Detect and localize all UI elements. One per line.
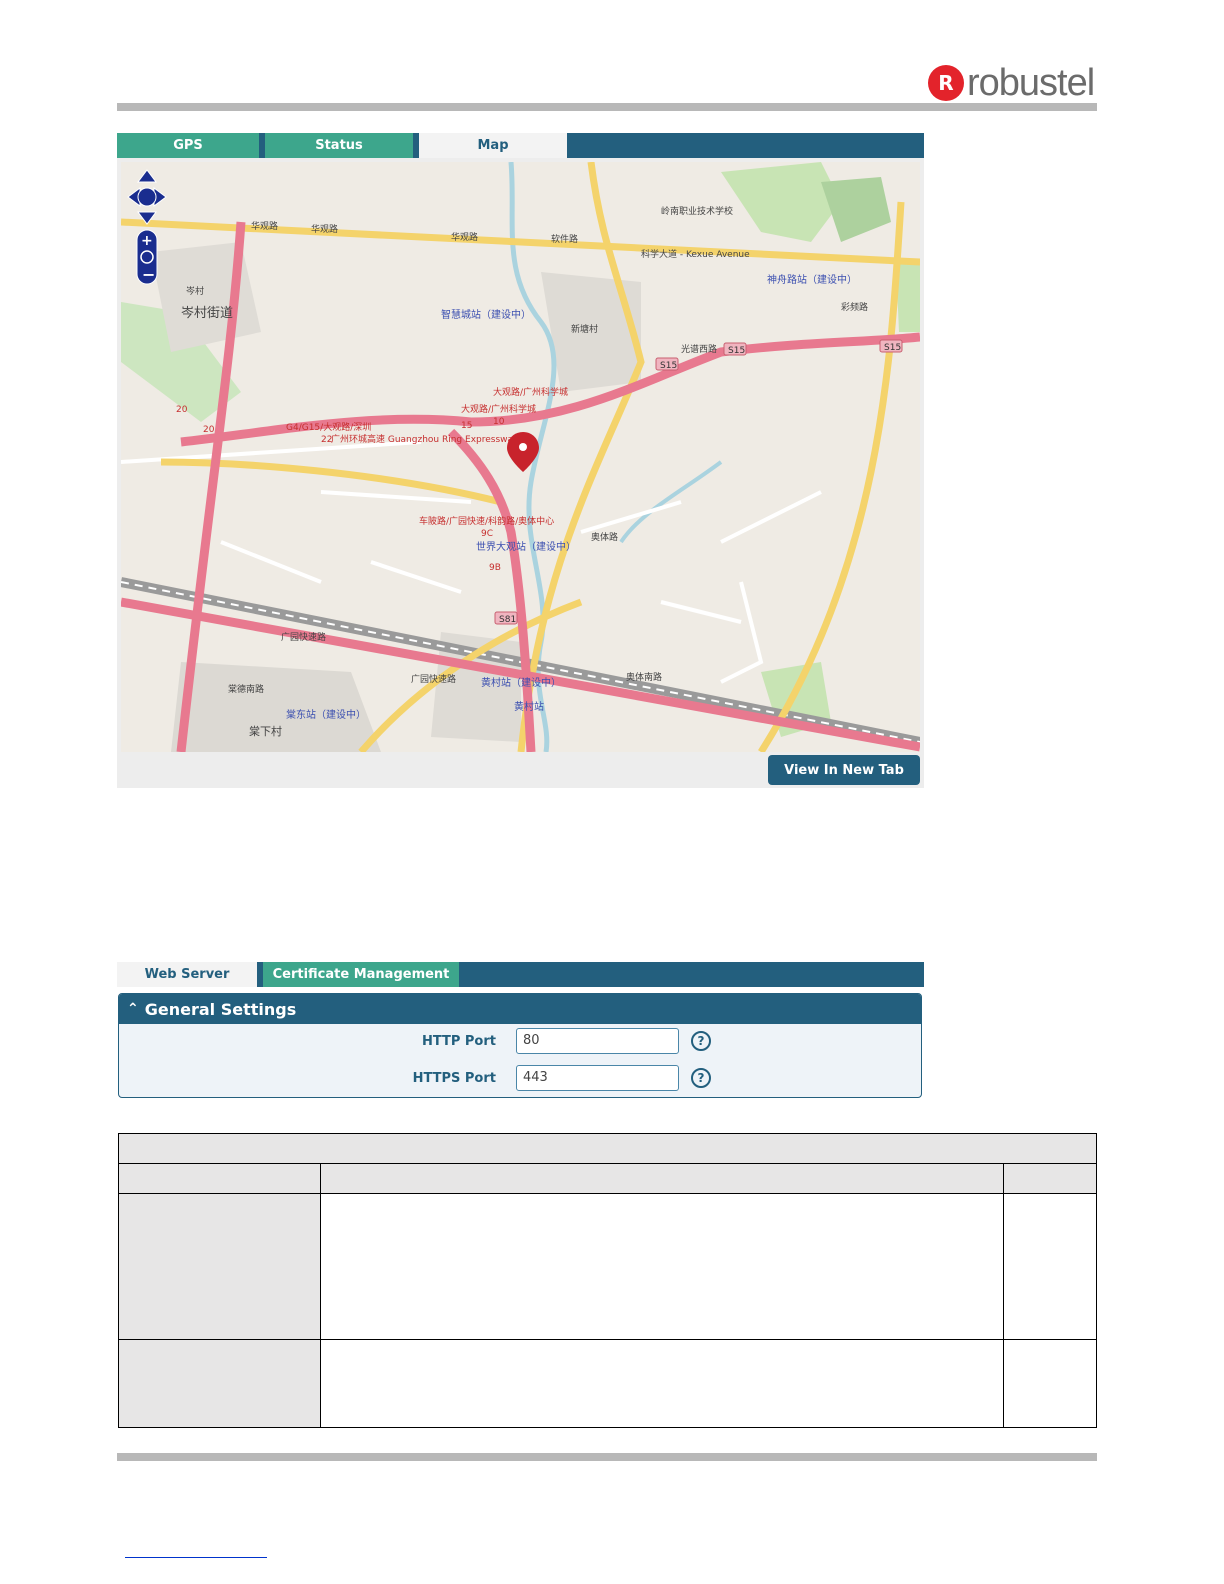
highway-shield: S15 xyxy=(660,361,677,371)
pan-up-icon[interactable] xyxy=(137,169,157,183)
highway-shield: S15 xyxy=(728,346,745,356)
footer-rule xyxy=(117,1453,1097,1461)
help-icon[interactable]: ? xyxy=(691,1068,711,1088)
map-label: 棠下村 xyxy=(249,724,282,738)
map-label: 华观路 xyxy=(451,231,478,243)
table-row xyxy=(118,1193,1098,1340)
zoom-out-icon[interactable]: − xyxy=(142,265,155,284)
map-label: 软件路 xyxy=(551,233,578,245)
map-label: 车陂路/广园快速/科韵路/奥体中心 xyxy=(419,515,554,527)
map-label: 岭南职业技术学校 xyxy=(661,205,733,217)
map-label: 光谱西路 xyxy=(681,343,717,355)
map-label: 智慧城站（建设中） xyxy=(441,308,531,321)
zoom-in-icon[interactable]: + xyxy=(141,233,153,249)
map-label: 22 xyxy=(321,435,332,445)
chevron-up-icon: ⌃ xyxy=(127,1001,139,1017)
map-label: 岑村 xyxy=(186,285,204,297)
map-label: 新塘村 xyxy=(571,323,598,335)
tab-gps[interactable]: GPS xyxy=(117,133,259,158)
table-row xyxy=(118,1339,1098,1428)
map-label: 黄村站（建设中） xyxy=(481,676,561,689)
map-label: 大观路/广州科学城 xyxy=(461,403,536,415)
http-port-input[interactable]: 80 xyxy=(516,1028,679,1054)
river xyxy=(619,460,723,544)
map-label: 棠德南路 xyxy=(228,683,264,695)
http-port-row: HTTP Port 80 ? xyxy=(119,1028,921,1056)
map-label: 神舟路站（建设中） xyxy=(767,273,857,286)
map-label: 世界大观站（建设中） xyxy=(476,540,576,553)
map-label: 奥体南路 xyxy=(626,671,662,683)
https-port-input[interactable]: 443 xyxy=(516,1065,679,1091)
park-area xyxy=(721,162,841,242)
https-port-label: HTTPS Port xyxy=(412,1071,496,1086)
urban-area xyxy=(171,662,381,752)
map-label: 彩频路 xyxy=(841,301,868,313)
footer-link-underline[interactable] xyxy=(125,1557,267,1558)
https-port-row: HTTPS Port 443 ? xyxy=(119,1065,921,1093)
brand-name: robustel xyxy=(967,61,1095,104)
map-label: 科学大道 - Kexue Avenue xyxy=(641,248,750,260)
map-label: G4/G15/大观路/深圳 xyxy=(286,421,371,433)
map-label: 9B xyxy=(489,563,501,573)
map-label: 岑村街道 xyxy=(181,306,233,321)
tab-map[interactable]: Map xyxy=(419,133,567,158)
map-label: 10 xyxy=(493,417,505,427)
brand-logo: R robustel xyxy=(928,61,1095,104)
general-settings-panel: ⌃ General Settings HTTP Port 80 ? HTTPS … xyxy=(118,993,922,1098)
map-label: 黄村站 xyxy=(514,700,544,713)
map-view[interactable]: 华观路 华观路 华观路 软件路 科学大道 - Kexue Avenue 岑村 岑… xyxy=(121,162,920,752)
parameter-table xyxy=(117,1133,1098,1428)
highway-shield: S81 xyxy=(499,615,516,625)
panel-title: General Settings xyxy=(144,999,297,1019)
table-header-row xyxy=(118,1163,1098,1194)
map-label: 15 xyxy=(461,421,472,431)
gps-tab-bar: GPS Status Map xyxy=(117,133,924,158)
pan-down-icon[interactable] xyxy=(137,211,157,225)
logo-icon: R xyxy=(928,65,964,101)
map-label: 9C xyxy=(481,529,493,539)
header-rule xyxy=(117,103,1097,111)
map-label: 华观路 xyxy=(251,220,278,232)
http-port-label: HTTP Port xyxy=(421,1034,496,1049)
table-title-row xyxy=(117,1133,1098,1164)
map-label: 棠东站（建设中） xyxy=(286,708,366,721)
tab-web-server[interactable]: Web Server xyxy=(117,962,257,987)
map-label: 华观路 xyxy=(311,223,338,235)
web-tab-bar: Web Server Certificate Management xyxy=(117,962,924,987)
map-nav-control: + − xyxy=(126,168,168,286)
map-label: 广园快速路 xyxy=(281,631,326,643)
map-label: 广园快速路 xyxy=(411,673,456,685)
tab-status[interactable]: Status xyxy=(265,133,413,158)
forest-area xyxy=(821,177,891,242)
highway-shield: S15 xyxy=(884,343,901,353)
map-label: 广州环城高速 Guangzhou Ring Expressway xyxy=(331,433,519,445)
panel-header[interactable]: ⌃ General Settings xyxy=(119,994,921,1024)
tab-certificate-management[interactable]: Certificate Management xyxy=(263,962,459,987)
help-icon[interactable]: ? xyxy=(691,1031,711,1051)
map-label: 20 xyxy=(176,405,188,415)
map-label: 大观路/广州科学城 xyxy=(493,386,568,398)
map-label: 奥体路 xyxy=(591,531,618,543)
map-label: 20 xyxy=(203,425,215,435)
view-in-new-tab-button[interactable]: View In New Tab xyxy=(768,755,920,785)
